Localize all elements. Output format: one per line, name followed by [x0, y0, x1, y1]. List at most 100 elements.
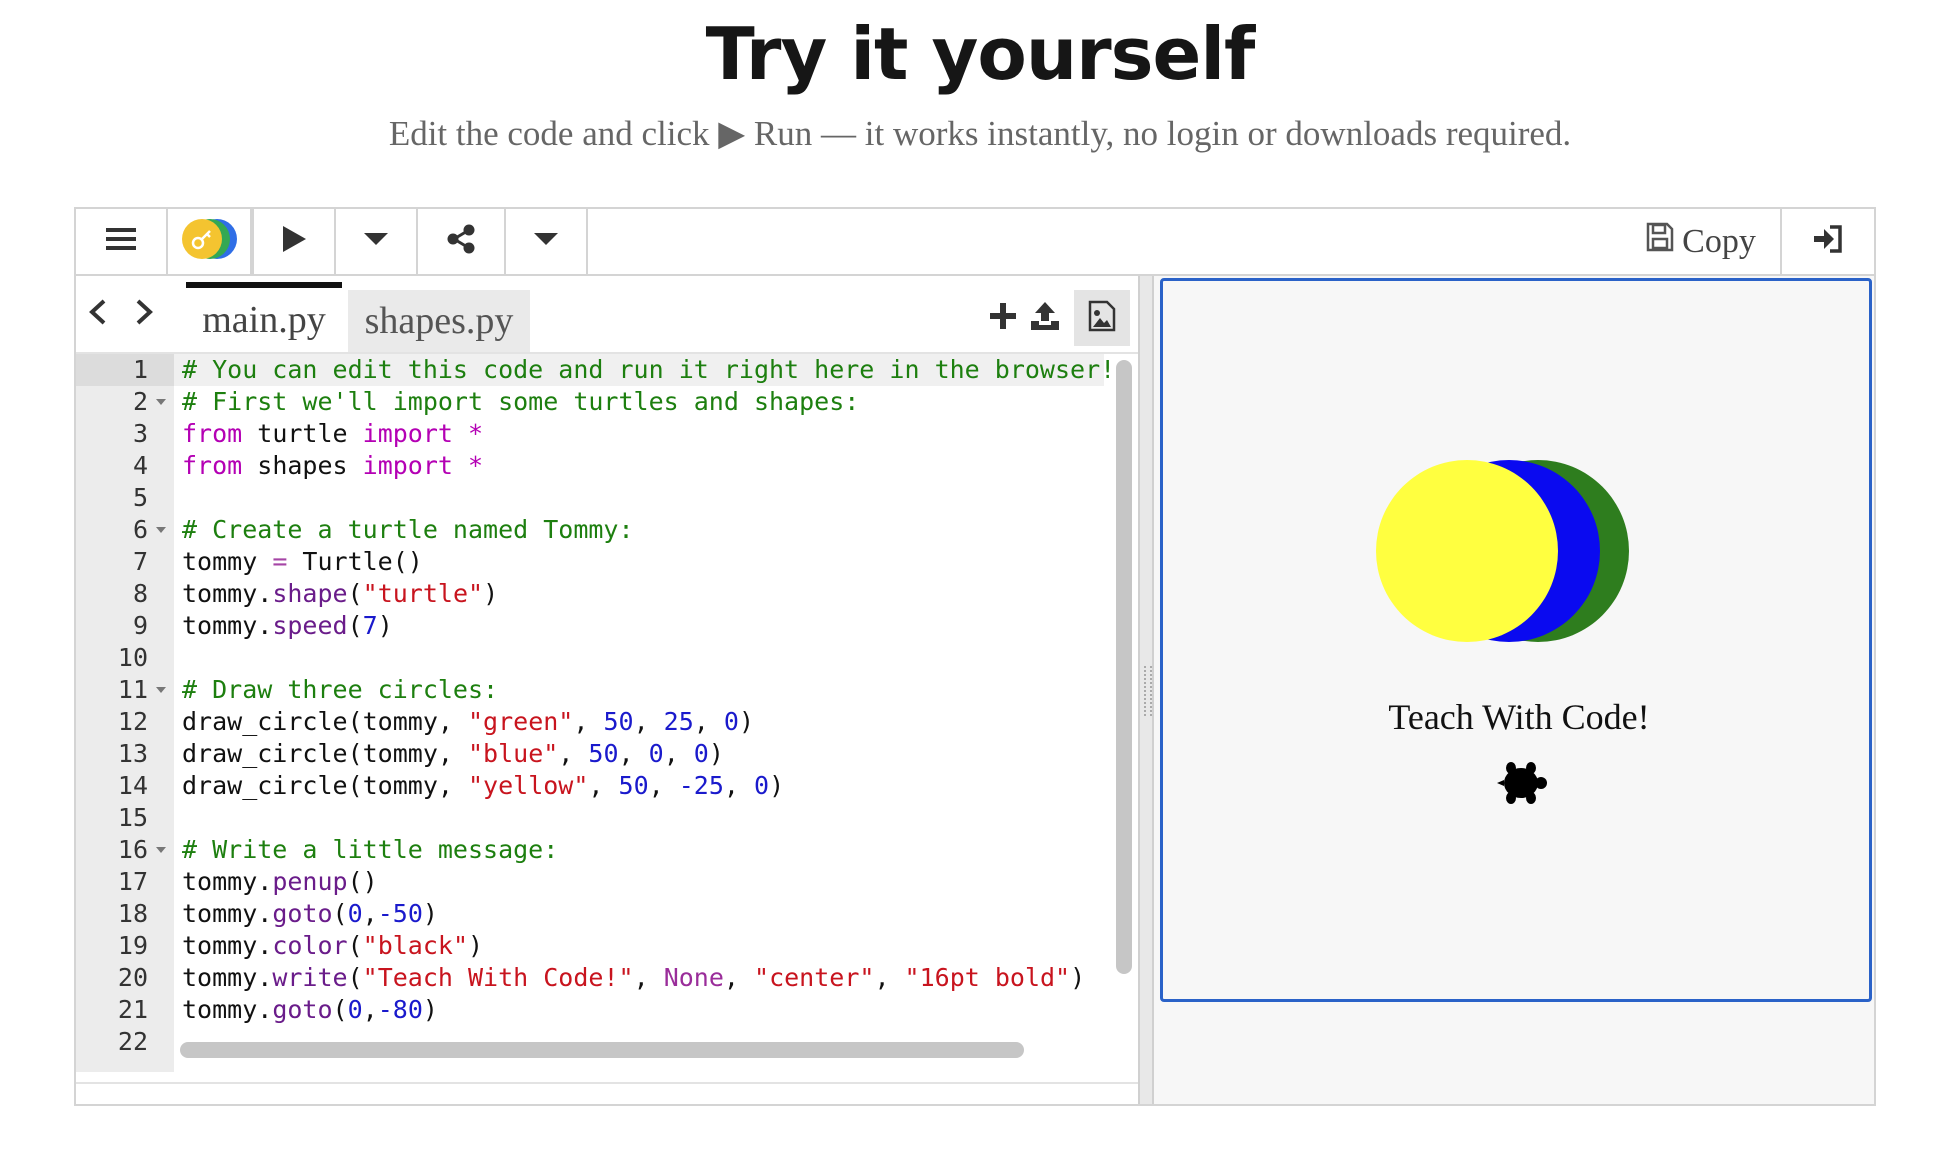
sign-in-button[interactable]: [1782, 209, 1874, 274]
image-icon: [1088, 300, 1116, 337]
line-number-text: 5: [132, 483, 148, 512]
copy-button[interactable]: Copy: [1622, 209, 1782, 274]
plus-icon[interactable]: [990, 302, 1016, 334]
code-line[interactable]: tommy.write("Teach With Code!", None, "c…: [174, 962, 1104, 994]
code-lines[interactable]: # You can edit this code and run it righ…: [174, 354, 1115, 1072]
code-line[interactable]: [174, 642, 1104, 674]
code-line[interactable]: tommy.speed(7): [174, 610, 1104, 642]
line-number-text: 16: [117, 835, 148, 864]
line-number: 20: [76, 962, 174, 994]
line-number-text: 9: [132, 611, 148, 640]
image-tool-button[interactable]: [1074, 290, 1130, 346]
line-number: 22: [76, 1026, 174, 1058]
line-number-text: 3: [132, 419, 148, 448]
code-line[interactable]: tommy = Turtle(): [174, 546, 1104, 578]
code-line[interactable]: [174, 802, 1104, 834]
line-number: 17: [76, 866, 174, 898]
code-line[interactable]: tommy.penup(): [174, 866, 1104, 898]
tab-navigation: [86, 292, 156, 336]
line-number: 2: [76, 386, 174, 418]
line-number-text: 19: [117, 931, 148, 960]
chevron-right-icon[interactable]: [132, 297, 156, 332]
yellow-circle: [1376, 460, 1558, 642]
code-editor-widget: Copy main.py shapes.py 1 2 3 4 5 6 7 8 9…: [74, 207, 1876, 1106]
page-title: Try it yourself: [705, 12, 1256, 96]
line-number: 5: [76, 482, 174, 514]
theme-toggle-button[interactable]: [168, 209, 252, 274]
splitter-grip[interactable]: [1144, 666, 1152, 716]
tab-label: main.py: [202, 299, 326, 341]
line-number: 15: [76, 802, 174, 834]
line-number: 12: [76, 706, 174, 738]
canvas-message: Teach With Code!: [1388, 697, 1649, 737]
tab-shapes-py[interactable]: shapes.py: [348, 290, 530, 352]
fold-arrow-icon[interactable]: [156, 399, 166, 405]
code-line[interactable]: tommy.goto(0,-80): [174, 994, 1104, 1026]
line-number: 11: [76, 674, 174, 706]
run-button[interactable]: [252, 209, 336, 274]
chevron-left-icon[interactable]: [86, 297, 110, 332]
pane-splitter[interactable]: [1138, 276, 1154, 1104]
line-number-text: 7: [132, 547, 148, 576]
caret-down-icon: [364, 232, 388, 251]
code-line[interactable]: from turtle import *: [174, 418, 1104, 450]
line-number: 1: [76, 354, 174, 386]
line-number-text: 12: [117, 707, 148, 736]
line-number-text: 6: [132, 515, 148, 544]
divider: [76, 1082, 1138, 1084]
line-number: 13: [76, 738, 174, 770]
fold-arrow-icon[interactable]: [156, 527, 166, 533]
menu-button[interactable]: [76, 209, 168, 274]
tab-main-py[interactable]: main.py: [186, 282, 342, 352]
line-number-text: 4: [132, 451, 148, 480]
line-number-text: 14: [117, 771, 148, 800]
fold-arrow-icon[interactable]: [156, 847, 166, 853]
line-number: 9: [76, 610, 174, 642]
line-number-text: 2: [132, 387, 148, 416]
copy-label: Copy: [1682, 222, 1756, 260]
fold-arrow-icon[interactable]: [156, 687, 166, 693]
turtle-drawing: Teach With Code!: [1376, 460, 1650, 804]
code-line[interactable]: from shapes import *: [174, 450, 1104, 482]
vertical-scrollbar[interactable]: [1116, 360, 1132, 974]
line-number-text: 10: [117, 643, 148, 672]
tab-label: shapes.py: [364, 300, 514, 342]
share-options-dropdown[interactable]: [506, 209, 588, 274]
code-line[interactable]: tommy.shape("turtle"): [174, 578, 1104, 610]
line-number: 6: [76, 514, 174, 546]
upload-icon[interactable]: [1030, 301, 1060, 336]
code-line[interactable]: # You can edit this code and run it righ…: [174, 354, 1115, 386]
code-line[interactable]: draw_circle(tommy, "green", 50, 25, 0): [174, 706, 1104, 738]
line-number-text: 13: [117, 739, 148, 768]
hamburger-menu-icon: [106, 226, 136, 257]
sign-in-icon: [1812, 224, 1844, 259]
code-line[interactable]: # Create a turtle named Tommy:: [174, 514, 1104, 546]
turtle-canvas[interactable]: Teach With Code!: [1160, 278, 1872, 1002]
line-number-text: 22: [117, 1027, 148, 1056]
key-toggle-icon: [177, 217, 241, 266]
line-number: 8: [76, 578, 174, 610]
code-line[interactable]: [174, 482, 1104, 514]
line-number-gutter: 1 2 3 4 5 6 7 8 9 10 11 12 13 14 15 16 17 18 19 20 21 22: [76, 354, 174, 1072]
share-icon: [446, 224, 476, 259]
code-line[interactable]: # First we'll import some turtles and sh…: [174, 386, 1104, 418]
code-line[interactable]: # Draw three circles:: [174, 674, 1104, 706]
code-line[interactable]: # Write a little message:: [174, 834, 1104, 866]
code-area[interactable]: 1 2 3 4 5 6 7 8 9 10 11 12 13 14 15 16 17 18 19 20 21 22 # Yo…: [76, 354, 1138, 1072]
line-number: 14: [76, 770, 174, 802]
toolbar: Copy: [76, 209, 1874, 276]
line-number-text: 8: [132, 579, 148, 608]
caret-down-icon: [534, 232, 558, 251]
share-button[interactable]: [418, 209, 506, 274]
output-pane: Teach With Code!: [1154, 276, 1874, 1104]
file-tabs-bar: main.py shapes.py: [76, 276, 1138, 354]
code-line[interactable]: tommy.goto(0,-50): [174, 898, 1104, 930]
line-number-text: 11: [117, 675, 148, 704]
line-number: 21: [76, 994, 174, 1026]
code-line[interactable]: draw_circle(tommy, "blue", 50, 0, 0): [174, 738, 1104, 770]
horizontal-scrollbar[interactable]: [180, 1042, 1024, 1058]
code-line[interactable]: tommy.color("black"): [174, 930, 1104, 962]
run-options-dropdown[interactable]: [336, 209, 418, 274]
line-number: 10: [76, 642, 174, 674]
code-line[interactable]: draw_circle(tommy, "yellow", 50, -25, 0): [174, 770, 1104, 802]
